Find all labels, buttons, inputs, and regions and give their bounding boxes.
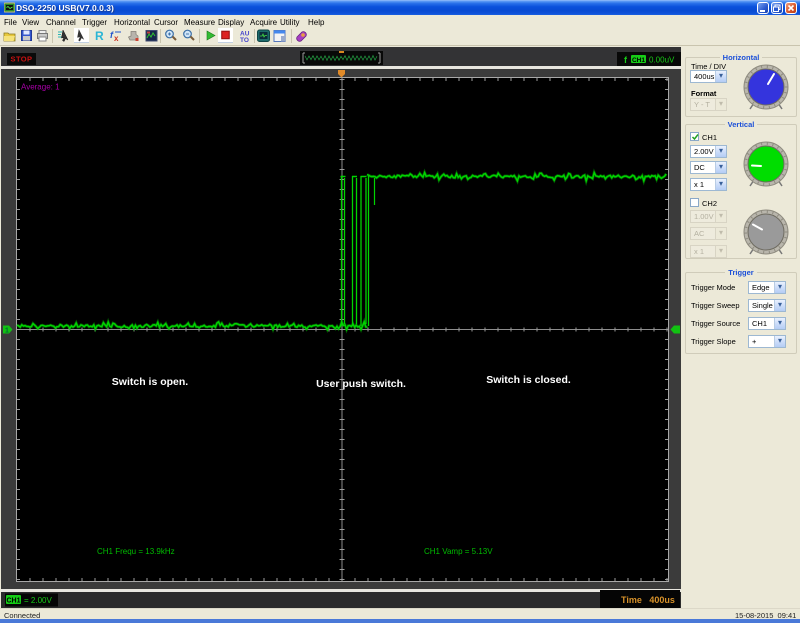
svg-text:x: x bbox=[114, 34, 119, 43]
svg-text:TO: TO bbox=[240, 37, 249, 43]
svg-text:Time 400us: Time 400us bbox=[621, 595, 675, 605]
svg-text:CH1 Frequ = 13.9kHz: CH1 Frequ = 13.9kHz bbox=[97, 547, 175, 556]
svg-text:1: 1 bbox=[5, 328, 9, 335]
svg-text:Average: 1: Average: 1 bbox=[21, 83, 60, 92]
svg-text:Switch is open.: Switch is open. bbox=[112, 376, 189, 388]
svg-text:= 2.00V: = 2.00V bbox=[24, 596, 52, 605]
svg-text:R: R bbox=[95, 29, 104, 43]
svg-text:STOP: STOP bbox=[11, 55, 33, 64]
svg-text:User push switch.: User push switch. bbox=[316, 378, 406, 390]
svg-text:Switch is closed.: Switch is closed. bbox=[486, 374, 571, 386]
svg-text:CH1: CH1 bbox=[6, 598, 20, 605]
svg-text:CH1: CH1 bbox=[632, 57, 645, 64]
svg-text:0.00uV: 0.00uV bbox=[649, 56, 675, 65]
svg-text:CH1 Vamp = 5.13V: CH1 Vamp = 5.13V bbox=[424, 547, 493, 556]
